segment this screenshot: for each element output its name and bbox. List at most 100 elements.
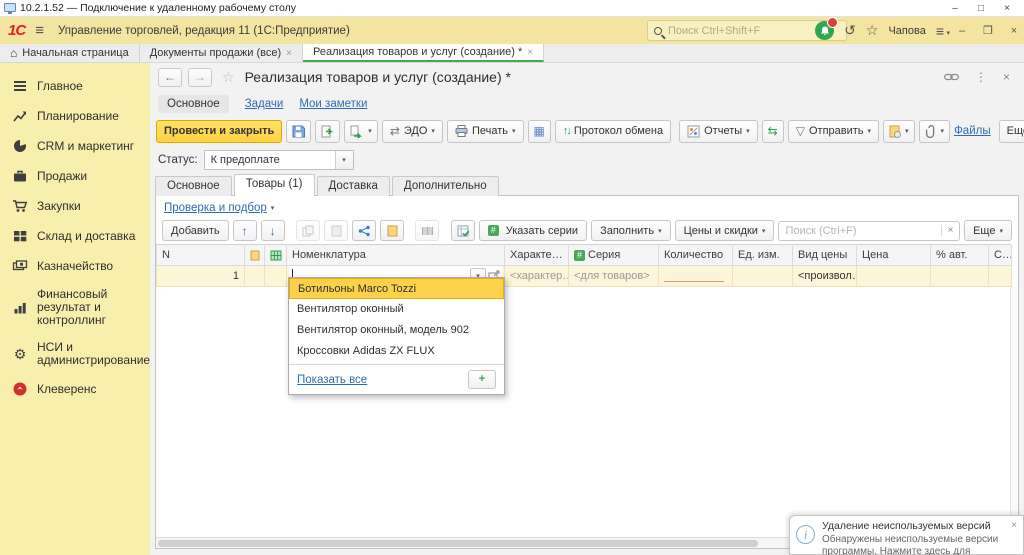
discussion-button[interactable]: ⇆ — [762, 120, 784, 143]
rdp-close-icon[interactable]: × — [994, 3, 1020, 14]
copy-row-button[interactable] — [296, 220, 320, 241]
dropdown-item[interactable]: Кроссовки Adidas ZX FLUX — [289, 341, 504, 362]
notification-body[interactable]: Обнаружены неиспользуемые версии програм… — [822, 534, 1017, 555]
table-more-button[interactable]: Еще▾ — [964, 220, 1012, 241]
post-and-close-button[interactable]: Провести и закрыть — [156, 120, 282, 143]
barcode-scan-button[interactable] — [415, 220, 439, 241]
cell-auto-pct[interactable] — [931, 266, 989, 287]
table-search[interactable]: × — [778, 221, 960, 241]
prices-discounts-button[interactable]: Цены и скидки▾ — [675, 220, 775, 241]
sidebar-item-finance[interactable]: Финансовый результат и контроллинг — [0, 281, 150, 334]
notifications-button[interactable] — [815, 21, 834, 40]
check-and-pick-link[interactable]: Проверка и подбор — [164, 202, 267, 214]
col-content-icon[interactable] — [265, 245, 287, 266]
col-characteristic[interactable]: Характеристика — [505, 245, 569, 266]
col-nomenclature[interactable]: Номенклатура — [287, 245, 505, 266]
notification-popup[interactable]: i Удаление неиспользуемых версий × Обнар… — [789, 515, 1024, 555]
cell-change[interactable] — [245, 266, 265, 287]
sidebar-item-main[interactable]: Главное — [0, 71, 150, 101]
files-link[interactable]: Файлы — [954, 125, 991, 137]
rdp-minimize-icon[interactable]: – — [942, 3, 968, 14]
cell-quantity[interactable] — [659, 266, 733, 287]
status-combobox[interactable]: К предоплате ▾ — [204, 150, 354, 170]
kebab-menu-icon[interactable]: ⋮ — [975, 70, 987, 84]
save-button[interactable] — [286, 120, 311, 143]
col-price-kind[interactable]: Вид цены — [793, 245, 857, 266]
post-document-button[interactable] — [315, 120, 340, 143]
cell-price[interactable] — [857, 266, 931, 287]
col-price[interactable]: Цена — [857, 245, 931, 266]
app-minimize-icon[interactable]: – — [954, 25, 970, 37]
cell-unit[interactable] — [733, 266, 793, 287]
fill-button[interactable]: Заполнить▾ — [591, 220, 671, 241]
app-restore-icon[interactable]: ❐ — [980, 24, 996, 37]
sidebar-item-purchases[interactable]: Закупки — [0, 191, 150, 221]
main-menu-icon[interactable]: ≡ — [35, 22, 44, 39]
col-sum[interactable]: Сумма — [989, 245, 1012, 266]
sidebar-item-crm[interactable]: CRM и маркетинг — [0, 131, 150, 161]
send-button[interactable]: ▽ Отправить ▾ — [788, 120, 879, 143]
tab-main[interactable]: Основное — [155, 176, 232, 196]
col-change-icon[interactable] — [245, 245, 265, 266]
tab-sales-docs[interactable]: Документы продажи (все) × — [140, 44, 303, 62]
cell-series[interactable]: <для товаров> — [569, 266, 659, 287]
move-down-button[interactable]: ↓ — [261, 220, 285, 241]
favorites-star-icon[interactable]: ☆ — [866, 22, 879, 39]
global-search-input[interactable] — [668, 25, 828, 37]
exchange-protocol-button[interactable]: ↑↓ Протокол обмена — [555, 120, 671, 143]
sidebar-item-sales[interactable]: Продажи — [0, 161, 150, 191]
col-series[interactable]: #Серия — [569, 245, 659, 266]
check-fill-button[interactable] — [451, 220, 475, 241]
favorite-star-icon[interactable]: ☆ — [222, 69, 235, 86]
link-icon[interactable] — [944, 72, 959, 82]
reports-button[interactable]: Отчеты ▾ — [679, 120, 758, 143]
tab-close-icon[interactable]: × — [286, 48, 292, 59]
combo-caret-icon[interactable]: ▾ — [335, 151, 353, 169]
move-up-button[interactable]: ↑ — [233, 220, 257, 241]
create-based-on-button[interactable]: ▾ — [344, 120, 378, 143]
col-quantity[interactable]: Количество — [659, 245, 733, 266]
scrollbar-thumb[interactable] — [158, 540, 758, 547]
nav-notes[interactable]: Мои заметки — [299, 98, 367, 110]
dropdown-item[interactable]: Вентилятор оконный, модель 902 — [289, 320, 504, 341]
col-unit[interactable]: Ед. изм. — [733, 245, 793, 266]
dropdown-item[interactable]: Ботильоны Marco Tozzi — [289, 278, 504, 299]
nav-main[interactable]: Основное — [158, 95, 229, 113]
nav-tasks[interactable]: Задачи — [245, 98, 284, 110]
vertical-scrollbar[interactable] — [1010, 287, 1018, 537]
set-series-button[interactable]: # Указать серии — [479, 220, 587, 241]
change-button[interactable] — [380, 220, 404, 241]
col-auto-pct[interactable]: % авт. — [931, 245, 989, 266]
sidebar-item-warehouse[interactable]: Склад и доставка — [0, 221, 150, 251]
sidebar-item-nsi[interactable]: ⚙ НСИ и администрирование — [0, 334, 150, 374]
cell-sum[interactable] — [989, 266, 1012, 287]
history-icon[interactable]: ↺ — [844, 22, 856, 39]
cell-price-kind[interactable]: <произвол… — [793, 266, 857, 287]
share-button[interactable] — [352, 220, 376, 241]
back-button[interactable]: ← — [158, 68, 182, 87]
add-row-button[interactable]: Добавить — [162, 220, 229, 241]
tab-close-icon[interactable]: × — [527, 47, 533, 58]
edo-button[interactable]: ⇄ ЭДО ▾ — [382, 120, 443, 143]
cell-content[interactable] — [265, 266, 287, 287]
forward-button[interactable]: → — [188, 68, 212, 87]
document-close-icon[interactable]: × — [1003, 70, 1010, 84]
col-n[interactable]: N — [157, 245, 245, 266]
rdp-maximize-icon[interactable]: □ — [968, 3, 994, 14]
sidebar-item-planning[interactable]: Планирование — [0, 101, 150, 131]
print-button[interactable]: Печать ▾ — [447, 120, 524, 143]
dropdown-item[interactable]: Вентилятор оконный — [289, 299, 504, 320]
app-close-icon[interactable]: × — [1006, 25, 1022, 37]
delete-row-button[interactable] — [324, 220, 348, 241]
service-menu-icon[interactable]: ≡▾ — [936, 23, 944, 39]
sidebar-item-treasury[interactable]: Казначейство — [0, 251, 150, 281]
cell-n[interactable]: 1 — [157, 266, 245, 287]
tab-extra[interactable]: Дополнительно — [392, 176, 499, 196]
clear-search-icon[interactable]: × — [941, 225, 959, 236]
current-user[interactable]: Чапова — [888, 25, 925, 37]
tab-delivery[interactable]: Доставка — [317, 176, 390, 196]
doc-versions-button[interactable]: ▾ — [883, 120, 915, 143]
tab-goods[interactable]: Товары (1) — [234, 174, 315, 196]
tab-realization[interactable]: Реализация товаров и услуг (создание) * … — [303, 44, 544, 62]
doc-report-button[interactable]: ▦ — [528, 120, 551, 143]
